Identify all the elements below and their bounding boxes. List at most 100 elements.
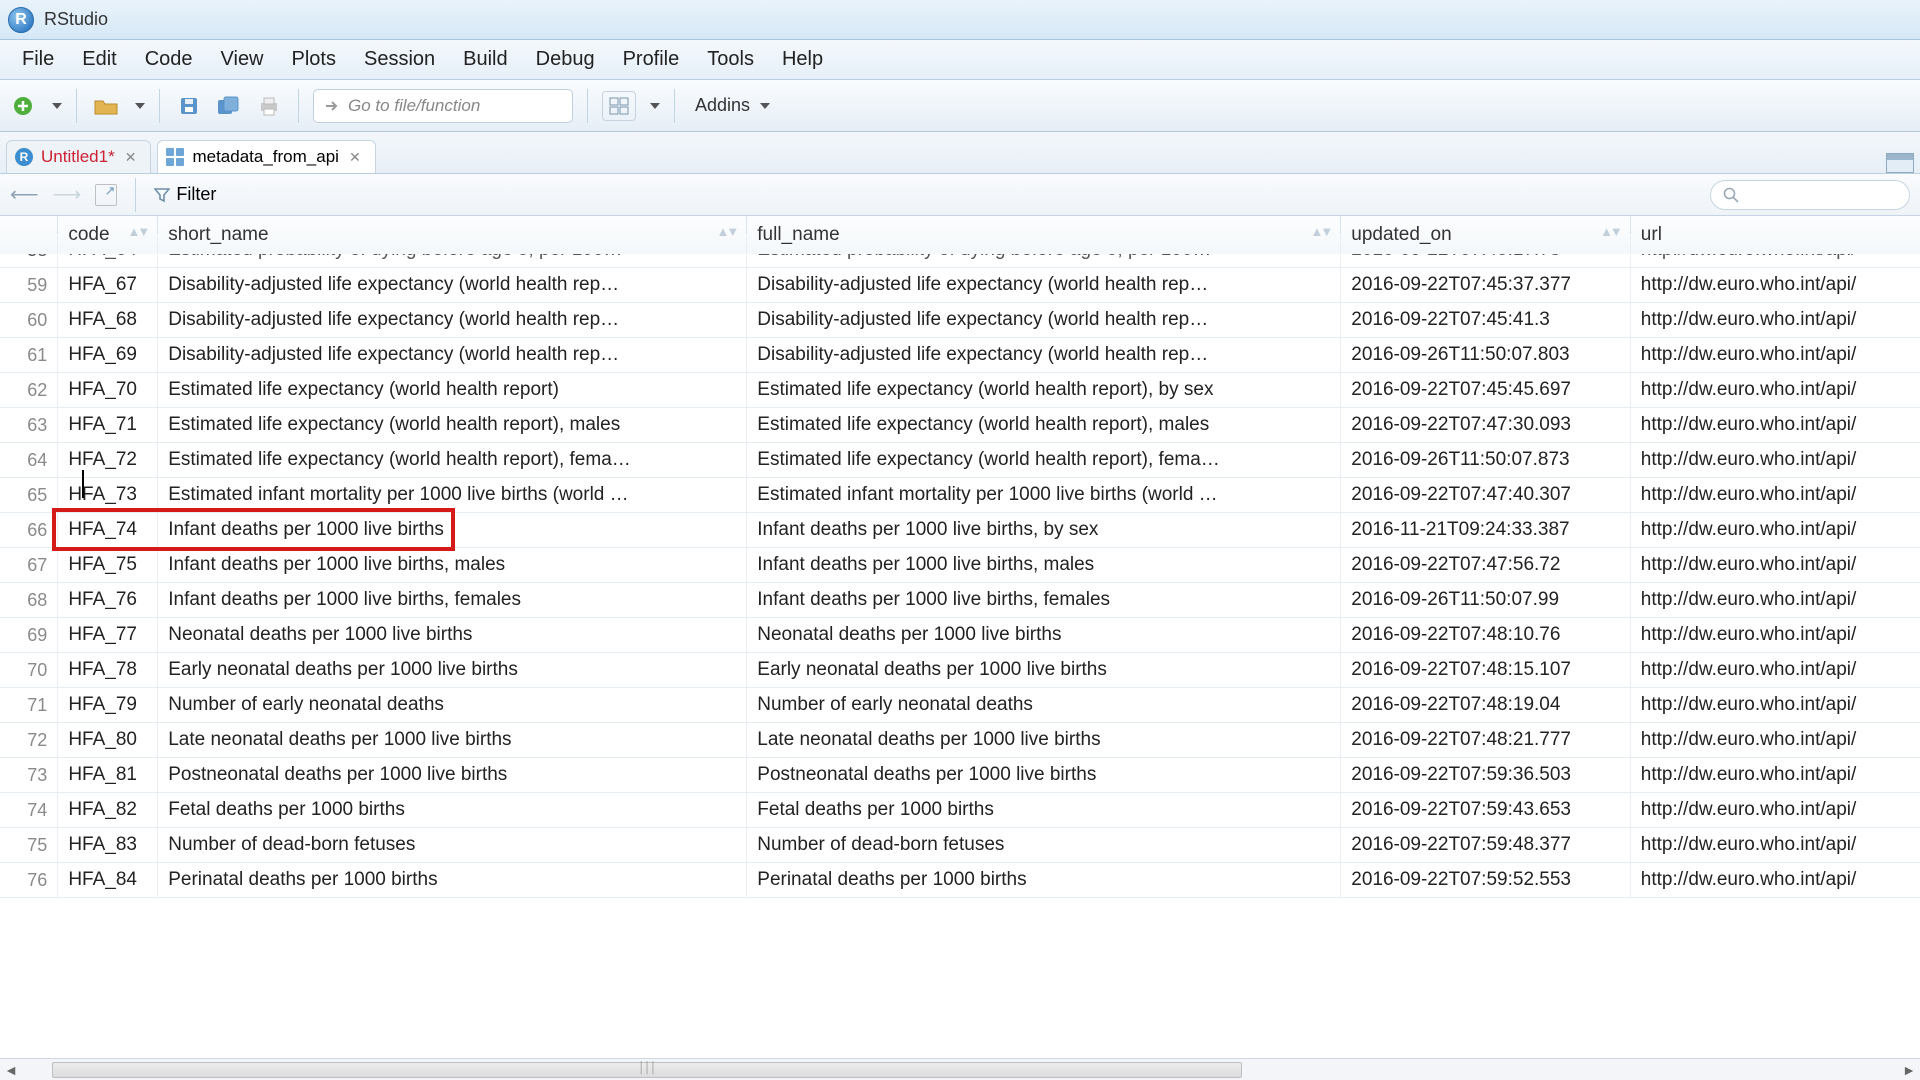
cell-short-name[interactable]: Disability-adjusted life expectancy (wor… — [158, 303, 747, 338]
menu-session[interactable]: Session — [352, 44, 447, 75]
goto-file-function-input[interactable]: Go to file/function — [313, 89, 573, 123]
menu-tools[interactable]: Tools — [695, 44, 766, 75]
cell-full-name[interactable]: Number of early neonatal deaths — [747, 688, 1341, 723]
menu-code[interactable]: Code — [133, 44, 205, 75]
cell-full-name[interactable]: Fetal deaths per 1000 births — [747, 793, 1341, 828]
horizontal-scrollbar[interactable]: ◄ ► — [0, 1058, 1920, 1080]
new-document-dropdown[interactable] — [52, 103, 62, 109]
cell-updated-on[interactable]: 2016-09-22T07:48:21.777 — [1341, 723, 1631, 758]
cell-url[interactable]: http://dw.euro.who.int/api/ — [1630, 793, 1920, 828]
menu-help[interactable]: Help — [770, 44, 835, 75]
cell-short-name[interactable]: Estimated infant mortality per 1000 live… — [158, 478, 747, 513]
cell-code[interactable]: HFA_68 — [58, 303, 158, 338]
save-all-button[interactable] — [214, 91, 244, 121]
cell-updated-on[interactable]: 2016-09-22T07:48:15.107 — [1341, 653, 1631, 688]
table-row[interactable]: 61HFA_69Disability-adjusted life expecta… — [0, 338, 1920, 373]
cell-full-name[interactable]: Estimated life expectancy (world health … — [747, 443, 1341, 478]
cell-code[interactable]: HFA_71 — [58, 408, 158, 443]
cell-updated-on[interactable]: 2016-09-22T07:59:36.503 — [1341, 758, 1631, 793]
cell-url[interactable]: http://dw.euro.who.int/api/ — [1630, 653, 1920, 688]
cell-short-name[interactable]: Estimated life expectancy (world health … — [158, 373, 747, 408]
table-row[interactable]: 76HFA_84Perinatal deaths per 1000 births… — [0, 863, 1920, 898]
menu-debug[interactable]: Debug — [524, 44, 607, 75]
cell-url[interactable]: http://dw.euro.who.int/api/ — [1630, 513, 1920, 548]
cell-updated-on[interactable]: 2016-09-22T07:45:41.3 — [1341, 303, 1631, 338]
cell-short-name[interactable]: Late neonatal deaths per 1000 live birth… — [158, 723, 747, 758]
col-header-url[interactable]: url — [1630, 216, 1920, 255]
cell-short-name[interactable]: Early neonatal deaths per 1000 live birt… — [158, 653, 747, 688]
cell-full-name[interactable]: Postneonatal deaths per 1000 live births — [747, 758, 1341, 793]
cell-updated-on[interactable]: 2016-09-22T07:48:19.04 — [1341, 688, 1631, 723]
table-row[interactable]: 74HFA_82Fetal deaths per 1000 birthsFeta… — [0, 793, 1920, 828]
cell-full-name[interactable]: Infant deaths per 1000 live births, male… — [747, 548, 1341, 583]
col-header-full-name[interactable]: full_name▲▼ — [747, 216, 1341, 255]
table-row[interactable]: 64HFA_72Estimated life expectancy (world… — [0, 443, 1920, 478]
cell-url[interactable]: http://dw.euro.who.int/api/ — [1630, 478, 1920, 513]
tab-untitled1[interactable]: R Untitled1* ✕ — [6, 140, 151, 173]
cell-short-name[interactable]: Estimated life expectancy (world health … — [158, 408, 747, 443]
cell-url[interactable]: http://dw.euro.who.int/api/ — [1630, 408, 1920, 443]
table-row[interactable]: 68HFA_76Infant deaths per 1000 live birt… — [0, 583, 1920, 618]
pane-layout-dropdown[interactable] — [650, 103, 660, 109]
cell-full-name[interactable]: Estimated life expectancy (world health … — [747, 373, 1341, 408]
table-row[interactable]: 59HFA_67Disability-adjusted life expecta… — [0, 268, 1920, 303]
cell-code[interactable]: HFA_74 — [58, 513, 158, 548]
maximize-pane-button[interactable] — [1886, 153, 1914, 173]
scroll-left-button[interactable]: ◄ — [0, 1062, 22, 1078]
cell-url[interactable]: http://dw.euro.who.int/api/ — [1630, 373, 1920, 408]
menu-profile[interactable]: Profile — [611, 44, 692, 75]
cell-full-name[interactable]: Disability-adjusted life expectancy (wor… — [747, 268, 1341, 303]
table-row[interactable]: 75HFA_83Number of dead-born fetusesNumbe… — [0, 828, 1920, 863]
table-row[interactable]: 63HFA_71Estimated life expectancy (world… — [0, 408, 1920, 443]
addins-menu[interactable]: Addins — [689, 95, 776, 116]
cell-short-name[interactable]: Number of dead-born fetuses — [158, 828, 747, 863]
cell-full-name[interactable]: Neonatal deaths per 1000 live births — [747, 618, 1341, 653]
cell-url[interactable]: http://dw.euro.who.int/api/ — [1630, 828, 1920, 863]
cell-short-name[interactable]: Number of early neonatal deaths — [158, 688, 747, 723]
cell-url[interactable]: http://dw.euro.who.int/api/ — [1630, 268, 1920, 303]
cell-url[interactable]: http://dw.euro.who.int/api/ — [1630, 723, 1920, 758]
cell-code[interactable]: HFA_67 — [58, 268, 158, 303]
cell-code[interactable]: HFA_75 — [58, 548, 158, 583]
cell-full-name[interactable]: Infant deaths per 1000 live births, by s… — [747, 513, 1341, 548]
nav-back-button[interactable]: ⟵ — [10, 182, 39, 207]
cell-updated-on[interactable]: 2016-09-22T07:59:48.377 — [1341, 828, 1631, 863]
cell-code[interactable]: HFA_69 — [58, 338, 158, 373]
cell-short-name[interactable]: Perinatal deaths per 1000 births — [158, 863, 747, 898]
print-button[interactable] — [254, 91, 284, 121]
table-row[interactable]: 73HFA_81Postneonatal deaths per 1000 liv… — [0, 758, 1920, 793]
close-tab-button[interactable]: ✕ — [347, 149, 363, 166]
cell-short-name[interactable]: Postneonatal deaths per 1000 live births — [158, 758, 747, 793]
col-header-updated-on[interactable]: updated_on▲▼ — [1341, 216, 1631, 255]
cell-short-name[interactable]: Disability-adjusted life expectancy (wor… — [158, 268, 747, 303]
close-tab-button[interactable]: ✕ — [123, 149, 139, 166]
cell-full-name[interactable]: Early neonatal deaths per 1000 live birt… — [747, 653, 1341, 688]
cell-updated-on[interactable]: 2016-09-22T07:45:37.377 — [1341, 268, 1631, 303]
cell-updated-on[interactable]: 2016-09-26T11:50:07.873 — [1341, 443, 1631, 478]
cell-code[interactable]: HFA_70 — [58, 373, 158, 408]
save-button[interactable] — [174, 91, 204, 121]
tab-metadata-from-api[interactable]: metadata_from_api ✕ — [157, 140, 375, 173]
cell-code[interactable]: HFA_73 — [58, 478, 158, 513]
cell-url[interactable]: http://dw.euro.who.int/api/ — [1630, 758, 1920, 793]
cell-short-name[interactable]: Estimated life expectancy (world health … — [158, 443, 747, 478]
open-recent-dropdown[interactable] — [135, 103, 145, 109]
cell-code[interactable]: HFA_82 — [58, 793, 158, 828]
cell-url[interactable]: http://dw.euro.who.int/api/ — [1630, 443, 1920, 478]
cell-updated-on[interactable]: 2016-11-21T09:24:33.387 — [1341, 513, 1631, 548]
nav-forward-button[interactable]: ⟶ — [53, 182, 82, 207]
table-row[interactable]: 70HFA_78Early neonatal deaths per 1000 l… — [0, 653, 1920, 688]
cell-short-name[interactable]: Disability-adjusted life expectancy (wor… — [158, 338, 747, 373]
cell-updated-on[interactable]: 2016-09-22T07:47:56.72 — [1341, 548, 1631, 583]
popout-window-button[interactable] — [95, 184, 117, 206]
data-grid[interactable]: code▲▼ short_name▲▼ full_name▲▼ updated_… — [0, 216, 1920, 898]
cell-updated-on[interactable]: 2016-09-22T07:59:43.653 — [1341, 793, 1631, 828]
cell-short-name[interactable]: Fetal deaths per 1000 births — [158, 793, 747, 828]
cell-full-name[interactable]: Disability-adjusted life expectancy (wor… — [747, 338, 1341, 373]
col-header-rownum[interactable] — [0, 216, 58, 255]
menu-plots[interactable]: Plots — [280, 44, 348, 75]
cell-url[interactable]: http://dw.euro.who.int/api/ — [1630, 618, 1920, 653]
table-row[interactable]: 66HFA_74Infant deaths per 1000 live birt… — [0, 513, 1920, 548]
cell-updated-on[interactable]: 2016-09-22T07:47:40.307 — [1341, 478, 1631, 513]
cell-url[interactable]: http://dw.euro.who.int/api/ — [1630, 548, 1920, 583]
